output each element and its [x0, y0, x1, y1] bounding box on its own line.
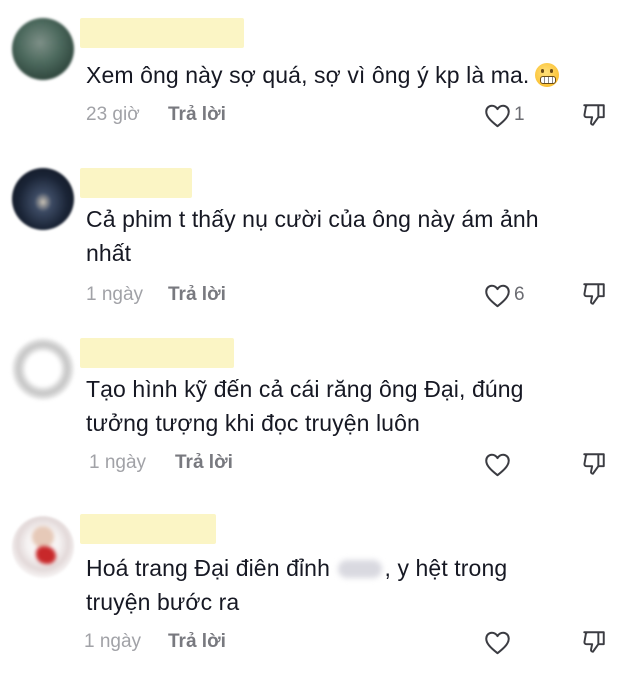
- comment-meta: 1 ngày Trả lời: [89, 451, 233, 475]
- comment-meta: 1 ngày Trả lời: [84, 630, 226, 654]
- dislike-button[interactable]: [581, 451, 607, 477]
- heart-outline-icon: [485, 284, 510, 307]
- redacted-username[interactable]: [80, 18, 244, 48]
- like-button[interactable]: [484, 627, 511, 657]
- comment-meta: 1 ngày Trả lời: [86, 283, 226, 307]
- thumb-down-icon: [583, 453, 605, 475]
- comment-text: Tạo hình kỹ đến cả cái răng ông Đại, đún…: [86, 376, 524, 436]
- comment-text: Hoá trang Đại điên đỉnh , y hệt trong tr…: [86, 555, 508, 615]
- comment-timestamp: 1 ngày: [89, 452, 147, 473]
- heart-outline-icon: [485, 104, 510, 127]
- like-button[interactable]: [484, 449, 511, 479]
- comment-text: Cả phim t thấy nụ cười của ông này ám ản…: [86, 206, 539, 266]
- comment-timestamp: 23 giờ: [86, 104, 140, 125]
- avatar[interactable]: [12, 338, 74, 400]
- dislike-button[interactable]: [581, 281, 607, 307]
- dislike-button[interactable]: [581, 102, 607, 128]
- heart-outline-icon: [485, 453, 510, 476]
- comment-timestamp: 1 ngày: [84, 631, 142, 652]
- reply-button[interactable]: Trả lời: [175, 451, 233, 475]
- thumb-down-icon: [583, 104, 605, 126]
- thumb-down-icon: [583, 283, 605, 305]
- grimacing-face-emoji: [535, 63, 560, 87]
- like-count: 6: [514, 284, 525, 305]
- thumb-down-icon: [583, 631, 605, 653]
- avatar[interactable]: [12, 18, 74, 80]
- redacted-username[interactable]: [80, 168, 192, 198]
- dislike-button[interactable]: [581, 629, 607, 655]
- redacted-username[interactable]: [80, 514, 216, 544]
- avatar[interactable]: [12, 168, 74, 230]
- like-count: 1: [514, 104, 525, 125]
- comment-text: Xem ông này sợ quá, sợ vì ông ý kp là ma…: [86, 58, 596, 92]
- reply-button[interactable]: Trả lời: [168, 103, 226, 127]
- heart-outline-icon: [485, 631, 510, 654]
- redacted-username[interactable]: [80, 338, 234, 368]
- blurred-word: [338, 560, 383, 578]
- reply-button[interactable]: Trả lời: [168, 283, 226, 307]
- reply-button[interactable]: Trả lời: [168, 630, 226, 654]
- comment-timestamp: 1 ngày: [86, 284, 144, 305]
- like-button[interactable]: 1: [484, 100, 525, 130]
- comment-meta: 23 giờ Trả lời: [86, 103, 226, 127]
- avatar[interactable]: [12, 516, 74, 578]
- like-button[interactable]: 6: [484, 280, 525, 310]
